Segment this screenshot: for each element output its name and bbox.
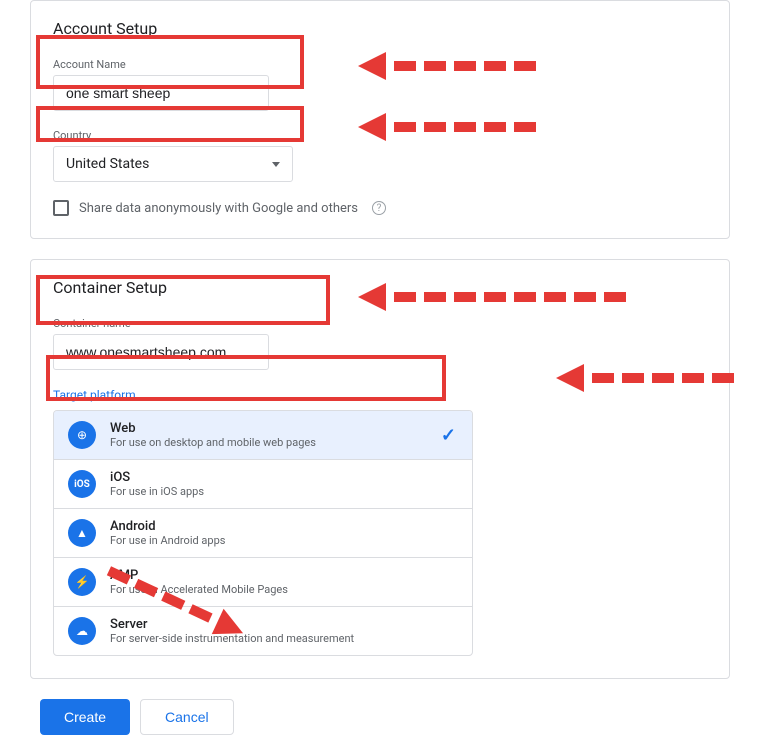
amp-icon: ⚡ (68, 568, 96, 596)
web-icon: ⊕ (68, 421, 96, 449)
check-icon: ✓ (441, 425, 456, 446)
share-data-row: Share data anonymously with Google and o… (53, 200, 707, 216)
share-data-checkbox[interactable] (53, 200, 69, 216)
platform-desc: For use in Android apps (110, 534, 225, 547)
country-label: Country (53, 129, 707, 142)
target-platform-list: ⊕ WebFor use on desktop and mobile web pa… (53, 410, 473, 656)
platform-name: iOS (110, 470, 204, 485)
platform-name: Web (110, 421, 316, 436)
account-setup-title: Account Setup (53, 19, 707, 38)
platform-desc: For use on desktop and mobile web pages (110, 436, 316, 449)
container-setup-card: Container Setup Container name Target pl… (30, 259, 730, 679)
container-setup-title: Container Setup (53, 278, 707, 297)
container-name-label: Container name (53, 317, 707, 330)
platform-name: AMP (110, 568, 288, 583)
android-icon: ▲ (68, 519, 96, 547)
platform-item-web[interactable]: ⊕ WebFor use on desktop and mobile web pa… (54, 411, 472, 460)
create-button[interactable]: Create (40, 699, 130, 735)
chevron-down-icon (272, 162, 280, 167)
account-setup-card: Account Setup Account Name Country Unite… (30, 0, 730, 239)
container-name-input[interactable] (53, 334, 269, 370)
cancel-button[interactable]: Cancel (140, 699, 234, 735)
platform-item-ios[interactable]: iOSiOSFor use in iOS apps (54, 460, 472, 509)
share-data-label: Share data anonymously with Google and o… (79, 201, 358, 216)
platform-desc: For use in iOS apps (110, 485, 204, 498)
target-platform-label: Target platform (53, 388, 707, 402)
platform-name: Server (110, 617, 354, 632)
platform-item-server[interactable]: ☁ ServerFor server-side instrumentation a… (54, 607, 472, 655)
account-name-input[interactable] (53, 75, 269, 111)
country-value: United States (66, 156, 149, 172)
container-name-group: Container name (53, 317, 707, 370)
account-name-label: Account Name (53, 58, 707, 71)
platform-item-android[interactable]: ▲ AndroidFor use in Android apps (54, 509, 472, 558)
platform-item-amp[interactable]: ⚡ AMPFor use in Accelerated Mobile Pages (54, 558, 472, 607)
ios-icon: iOS (68, 470, 96, 498)
platform-desc: For use in Accelerated Mobile Pages (110, 583, 288, 596)
button-row: Create Cancel (40, 699, 777, 735)
help-icon[interactable]: ? (372, 201, 386, 215)
platform-desc: For server-side instrumentation and meas… (110, 632, 354, 645)
platform-name: Android (110, 519, 225, 534)
server-icon: ☁ (68, 617, 96, 645)
account-name-group: Account Name (53, 58, 707, 111)
country-select[interactable]: United States (53, 146, 293, 182)
country-group: Country United States (53, 129, 707, 182)
